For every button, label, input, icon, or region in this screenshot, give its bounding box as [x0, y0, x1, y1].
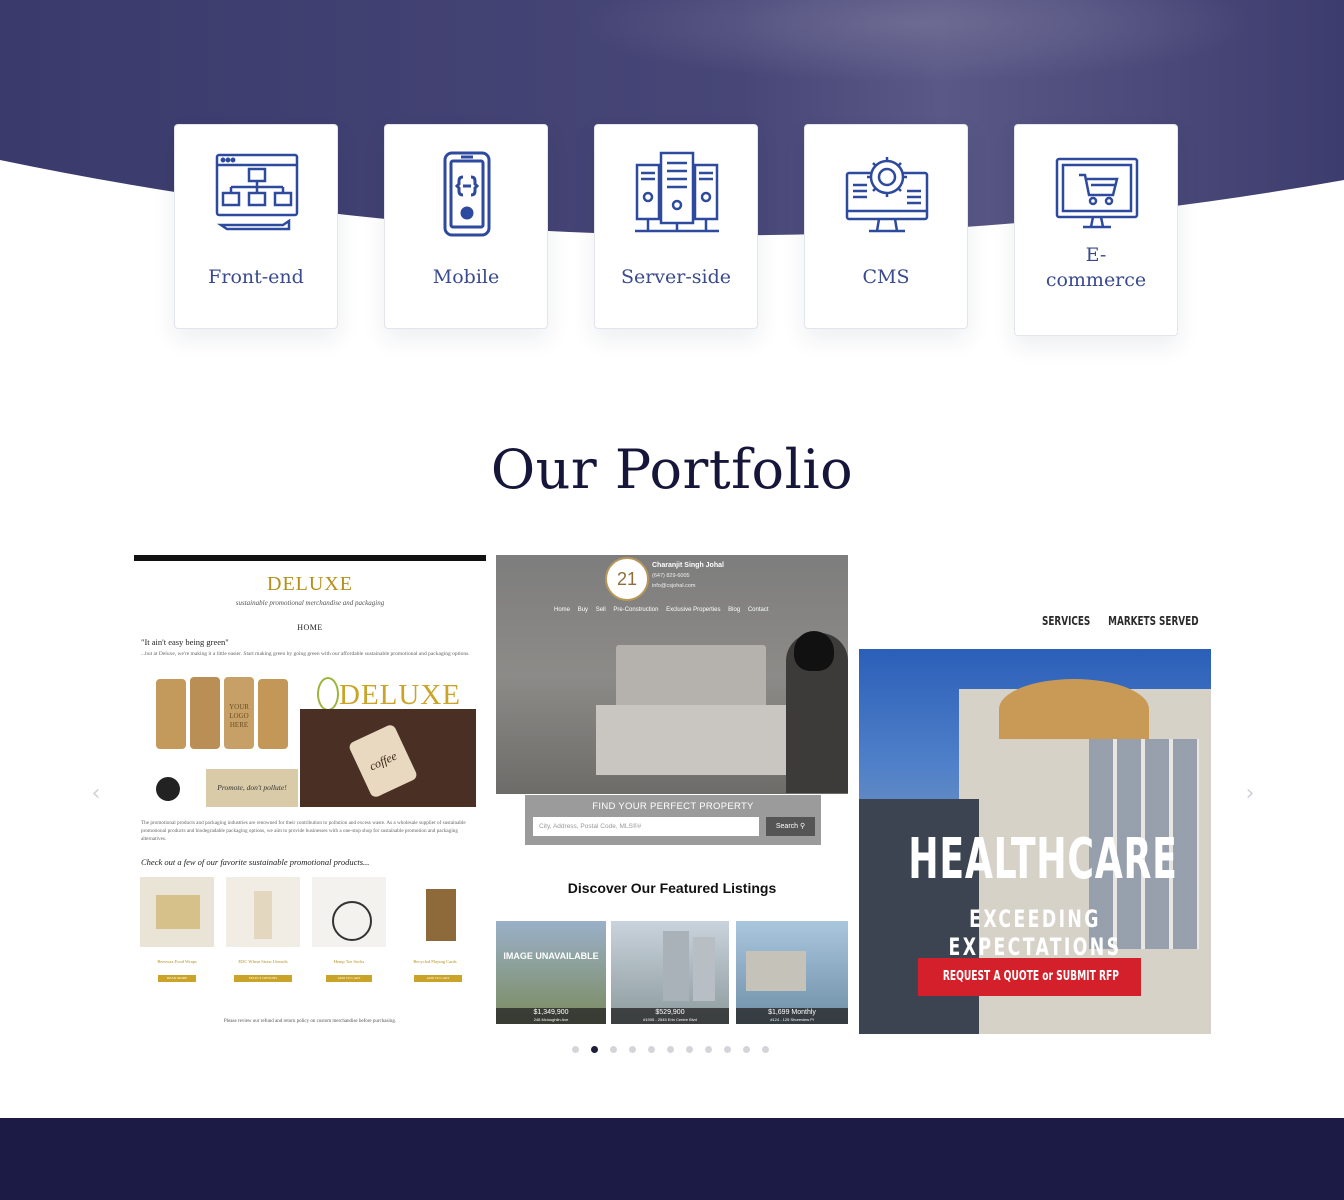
deluxe-paragraph: The promotional products and packaging i…	[141, 820, 466, 842]
bedroom-photo	[496, 555, 848, 794]
carousel-dot[interactable]	[629, 1046, 636, 1053]
carousel-dot[interactable]	[705, 1046, 712, 1053]
deluxe-tagline: sustainable promotional merchandise and …	[235, 599, 385, 607]
listing-card[interactable]: $529,900 #1905 - 2545 Erin Centre Blvd	[611, 921, 729, 1024]
portfolio-slide-healthcare[interactable]: SERVICES MARKETS SERVED CA HEALTHCARE EX…	[859, 555, 1211, 1034]
select-options-button[interactable]: SELECT OPTIONS	[234, 975, 292, 982]
property-search: FIND YOUR PERFECT PROPERTY City, Address…	[525, 795, 821, 845]
carousel-dot[interactable]	[572, 1046, 579, 1053]
product-image[interactable]	[312, 877, 386, 947]
featured-heading: Discover Our Featured Listings	[567, 880, 777, 896]
nav-contact[interactable]: Contact	[748, 607, 769, 613]
portfolio-slide-deluxe[interactable]: DELUXE sustainable promotional merchandi…	[134, 555, 486, 1034]
nav-services[interactable]: SERVICES	[1042, 614, 1090, 628]
footer-band	[0, 1118, 1344, 1200]
carousel-dot[interactable]	[724, 1046, 731, 1053]
nav-pre-construction[interactable]: Pre-Construction	[613, 607, 658, 613]
deluxe-nav-home: HOME	[297, 623, 323, 632]
service-label: CMS	[862, 266, 910, 288]
product-image[interactable]	[398, 877, 472, 947]
search-icon: ⚲	[800, 823, 806, 830]
carousel-dot[interactable]	[667, 1046, 674, 1053]
healthcare-headline: HEALTHCARE	[908, 827, 1178, 892]
nav-exclusive[interactable]: Exclusive Properties	[666, 607, 720, 613]
agent-name: Charanjit Singh Johal	[652, 562, 724, 569]
carousel-prev-arrow[interactable]: ‹	[86, 783, 106, 805]
healthcare-navbar: SERVICES MARKETS SERVED CA	[859, 555, 1211, 649]
service-card-mobile[interactable]: Mobile	[384, 124, 548, 329]
product-name[interactable]: EDC Wheat Straw Utensils	[226, 959, 300, 964]
nav-home[interactable]: Home	[554, 607, 570, 613]
deluxe-quote: "It ain't easy being green"	[141, 637, 229, 647]
portfolio-heading: Our Portfolio	[490, 438, 854, 501]
search-title: FIND YOUR PERFECT PROPERTY	[592, 801, 754, 812]
servers-icon	[635, 151, 719, 233]
product-name[interactable]: Beeswax Food Wraps	[140, 959, 214, 964]
listing-price: $529,900	[655, 1009, 685, 1016]
listing-address: #1905 - 2545 Erin Centre Blvd	[643, 1017, 697, 1022]
deluxe-big-brand: DELUXE	[339, 679, 461, 711]
search-input[interactable]: City, Address, Postal Code, MLS®#	[533, 817, 759, 836]
deluxe-intro: ...but at Deluxe, we're making it a litt…	[141, 651, 470, 657]
service-card-server-side[interactable]: Server-side	[594, 124, 758, 329]
add-to-cart-button[interactable]: ADD TO CART	[326, 975, 372, 982]
sitemap-monitor-icon	[215, 153, 299, 231]
product-name[interactable]: Hemp Toe Socks	[312, 959, 386, 964]
service-label: E- commerce	[1045, 244, 1147, 291]
agent-email: info@csjohal.com	[652, 583, 696, 589]
product-name[interactable]: Recycled Playing Cards	[398, 959, 472, 964]
deluxe-brand: DELUXE	[267, 573, 353, 595]
listing-price: $1,699 Monthly	[768, 1009, 816, 1016]
carousel-next-arrow[interactable]: ›	[1240, 783, 1260, 805]
carousel-dot[interactable]	[686, 1046, 693, 1053]
gear-monitor-icon	[845, 157, 929, 233]
listing-address: 248 Mcloughlin Ave	[533, 1017, 569, 1022]
agent-phone: (647) 829-6005	[652, 573, 690, 579]
search-button-label: Search	[775, 823, 799, 830]
nav-sell[interactable]: Sell	[596, 607, 606, 613]
service-card-cms[interactable]: CMS	[804, 124, 968, 329]
request-quote-button[interactable]: REQUEST A QUOTE or SUBMIT RFP	[918, 958, 1141, 996]
bamboo-straws-image	[148, 771, 194, 811]
service-label: Mobile	[432, 266, 500, 288]
leaf-icon	[317, 677, 339, 711]
product-image[interactable]	[226, 877, 300, 947]
nav-buy[interactable]: Buy	[578, 607, 588, 613]
image-unavailable: IMAGE UNAVAILABLE	[503, 951, 599, 961]
deluxe-check-text: Check out a few of our favorite sustaina…	[141, 857, 370, 867]
realty-nav: Home Buy Sell Pre-Construction Exclusive…	[554, 607, 775, 613]
healthcare-subline: EXCEEDING EXPECTATIONS	[948, 905, 1122, 961]
portfolio-slide-realty[interactable]: 21 Charanjit Singh Johal (647) 829-6005 …	[496, 555, 848, 1034]
service-card-e-commerce[interactable]: E- commerce	[1014, 124, 1178, 336]
carousel-dot[interactable]	[648, 1046, 655, 1053]
read-more-button[interactable]: READ MORE	[158, 975, 196, 982]
request-quote-label: REQUEST A QUOTE or SUBMIT RFP	[942, 969, 1119, 984]
search-button[interactable]: Search ⚲	[766, 817, 815, 836]
cork-cases-image: YOUR LOGO HERE	[156, 671, 298, 775]
service-label: Front-end	[208, 266, 304, 288]
century21-logo: 21	[605, 557, 649, 601]
listing-card[interactable]: $1,699 Monthly #124 - 125 Shoreview Pl	[736, 921, 848, 1024]
listing-card[interactable]: IMAGE UNAVAILABLE $1,349,900 248 Mcloughl…	[496, 921, 606, 1024]
shopping-cart-monitor-icon	[1055, 157, 1139, 229]
coffee-cup: coffee	[347, 723, 419, 799]
service-card-front-end[interactable]: Front-end	[174, 124, 338, 329]
product-image[interactable]	[140, 877, 214, 947]
nav-markets-served[interactable]: MARKETS SERVED	[1108, 614, 1198, 628]
service-label: Server-side	[620, 266, 732, 288]
nav-blog[interactable]: Blog	[728, 607, 740, 613]
add-to-cart-button[interactable]: ADD TO CART	[414, 975, 462, 982]
deluxe-footer-note: Please review our refund and return poli…	[223, 1019, 397, 1024]
promote-sign: Promote, don't pollute!	[206, 769, 298, 807]
carousel-dot[interactable]	[762, 1046, 769, 1053]
listing-price: $1,349,900	[533, 1009, 569, 1016]
carousel-dot[interactable]	[610, 1046, 617, 1053]
coffee-cup-image: coffee	[300, 709, 476, 807]
logo-placeholder: YOUR LOGO HERE	[224, 677, 254, 749]
carousel-dot[interactable]	[743, 1046, 750, 1053]
listing-address: #124 - 125 Shoreview Pl	[770, 1017, 814, 1022]
mobile-code-icon	[443, 151, 491, 237]
carousel-dot[interactable]	[591, 1046, 598, 1053]
